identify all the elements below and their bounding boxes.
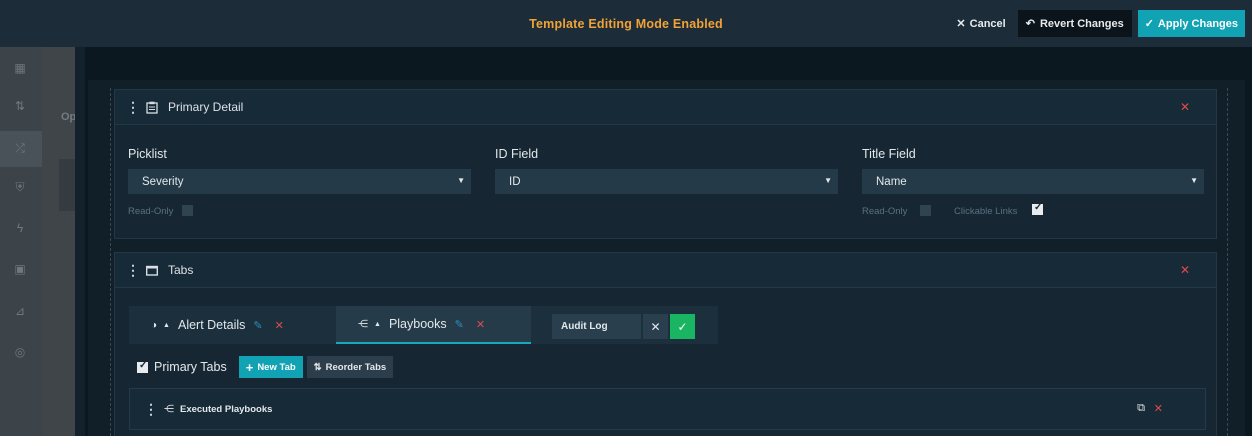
clickable-links-label: Clickable Links <box>954 206 1018 217</box>
cancel-button[interactable]: ✕ Cancel <box>950 10 1011 37</box>
bolt-icon[interactable]: ϟ <box>12 220 28 236</box>
plus-icon: + <box>245 359 254 375</box>
topbar-actions: ✕ Cancel ↶ Revert Changes ✓ Apply Change… <box>950 10 1245 37</box>
drag-handle-icon[interactable]: ⋮ <box>126 99 140 116</box>
drag-handle-icon[interactable]: ⋮ <box>126 262 140 279</box>
caret-up-icon[interactable]: ▲ <box>163 322 170 329</box>
tab-playbooks[interactable]: ⋲ ▲ Playbooks ✎ ✕ <box>336 306 531 344</box>
title-field-label: Title Field <box>862 147 916 161</box>
delete-tab-icon[interactable]: ✕ <box>275 319 284 332</box>
background-page-overlay: Op <box>42 47 77 436</box>
duplicate-icon[interactable]: ⧉ <box>1137 402 1145 415</box>
editor-edge <box>75 47 85 436</box>
grid-icon[interactable]: ▦ <box>12 60 28 76</box>
executed-playbooks-widget: ⋮ ⋲ Executed Playbooks ⧉ ✕ <box>129 388 1206 430</box>
remove-widget-icon[interactable]: ✕ <box>1154 402 1163 415</box>
check-icon: ✓ <box>1144 18 1154 30</box>
tab-alert-details[interactable]: ◑ ▲ Alert Details ✎ ✕ <box>129 306 336 344</box>
background-card <box>59 159 75 211</box>
id-field-value: ID <box>509 175 521 188</box>
toggle-icon: ◑ <box>151 319 158 331</box>
title-field-value: Name <box>876 175 907 188</box>
close-icon: ✕ <box>650 319 661 334</box>
primary-tabs-row: Primary Tabs + New Tab ⇅ Reorder Tabs <box>137 356 394 378</box>
remove-section-icon[interactable]: ✕ <box>1180 263 1190 277</box>
sort-icon: ⇅ <box>313 361 322 373</box>
title-readonly-label: Read-Only <box>862 206 908 217</box>
playbook-icon: ⋲ <box>164 403 174 415</box>
shield-icon[interactable]: ⛨ <box>12 179 28 195</box>
primary-tabs-checkbox[interactable] <box>137 360 148 373</box>
id-field-label: ID Field <box>495 147 539 161</box>
briefcase-icon[interactable]: ▣ <box>12 261 28 277</box>
confirm-new-tab-button[interactable]: ✓ <box>670 314 695 339</box>
title-readonly-checkbox[interactable] <box>920 205 931 216</box>
id-field-select[interactable]: ID ▼ <box>495 169 838 194</box>
primary-detail-section: ⋮ Primary Detail ✕ Picklist Severity ▼ R… <box>114 89 1217 239</box>
primary-tabs-label: Primary Tabs <box>154 360 227 374</box>
shuffle-icon[interactable]: ⤮ <box>12 140 28 156</box>
sidebar: ▦ ⇅ ⤮ ⛨ ϟ ▣ ⊿ ◎ <box>0 47 42 436</box>
section-title: Tabs <box>168 263 194 277</box>
tabs-section: ⋮ Tabs ✕ ◑ ▲ Alert Details ✎ ✕ ⋲ ▲ Playb… <box>114 252 1217 436</box>
caret-down-icon: ▼ <box>457 176 465 185</box>
delete-tab-icon[interactable]: ✕ <box>476 318 485 331</box>
reorder-tabs-label: Reorder Tabs <box>325 361 387 373</box>
clickable-links-checkbox[interactable] <box>1032 202 1043 215</box>
primary-detail-header: ⋮ Primary Detail ✕ <box>115 90 1216 125</box>
edit-icon[interactable]: ✎ <box>253 319 262 332</box>
picklist-readonly-label: Read-Only <box>128 206 174 217</box>
playbook-icon: ⋲ <box>358 318 368 330</box>
background-page-label: Op <box>61 111 77 123</box>
cancel-label: Cancel <box>969 17 1006 30</box>
picklist-readonly-checkbox[interactable] <box>182 205 193 216</box>
check-icon: ✓ <box>677 319 688 334</box>
new-tab-name-input[interactable] <box>552 314 641 339</box>
caret-up-icon[interactable]: ▲ <box>374 321 381 328</box>
tab-label: Playbooks <box>388 317 447 331</box>
new-tab-label: New Tab <box>257 361 296 373</box>
cancel-new-tab-button[interactable]: ✕ <box>643 314 668 339</box>
new-tab-button[interactable]: + New Tab <box>238 356 303 378</box>
drop-zone-border-left <box>110 88 111 436</box>
close-icon: ✕ <box>956 18 966 30</box>
reorder-tabs-button[interactable]: ⇅ Reorder Tabs <box>306 356 394 378</box>
caret-down-icon: ▼ <box>824 176 832 185</box>
picklist-value: Severity <box>142 175 184 188</box>
apply-changes-button[interactable]: ✓ Apply Changes <box>1137 10 1245 37</box>
drag-handle-icon[interactable]: ⋮ <box>144 401 158 418</box>
title-field-select[interactable]: Name ▼ <box>862 169 1204 194</box>
revert-changes-button[interactable]: ↶ Revert Changes <box>1017 10 1132 37</box>
tabs-header: ⋮ Tabs ✕ <box>115 253 1216 288</box>
picklist-select[interactable]: Severity ▼ <box>128 169 471 194</box>
editing-mode-bar: Template Editing Mode Enabled ✕ Cancel ↶… <box>0 0 1252 47</box>
clipboard-icon <box>146 101 158 114</box>
tab-label: Alert Details <box>177 318 246 332</box>
apply-label: Apply Changes <box>1157 17 1238 30</box>
globe-icon[interactable]: ◎ <box>12 344 28 360</box>
sort-icon[interactable]: ⇅ <box>12 98 28 114</box>
widget-title: Executed Playbooks <box>180 403 273 415</box>
revert-label: Revert Changes <box>1039 17 1124 30</box>
edit-icon[interactable]: ✎ <box>455 318 464 331</box>
chart-icon[interactable]: ⊿ <box>12 303 28 319</box>
remove-section-icon[interactable]: ✕ <box>1180 100 1190 114</box>
folder-tab-icon <box>146 265 158 276</box>
tab-bar: ◑ ▲ Alert Details ✎ ✕ ⋲ ▲ Playbooks ✎ ✕ … <box>129 306 718 344</box>
section-title: Primary Detail <box>168 100 244 114</box>
caret-down-icon: ▼ <box>1190 176 1198 185</box>
drop-zone-border-right <box>1227 88 1228 436</box>
picklist-label: Picklist <box>128 147 167 161</box>
undo-icon: ↶ <box>1025 18 1035 30</box>
